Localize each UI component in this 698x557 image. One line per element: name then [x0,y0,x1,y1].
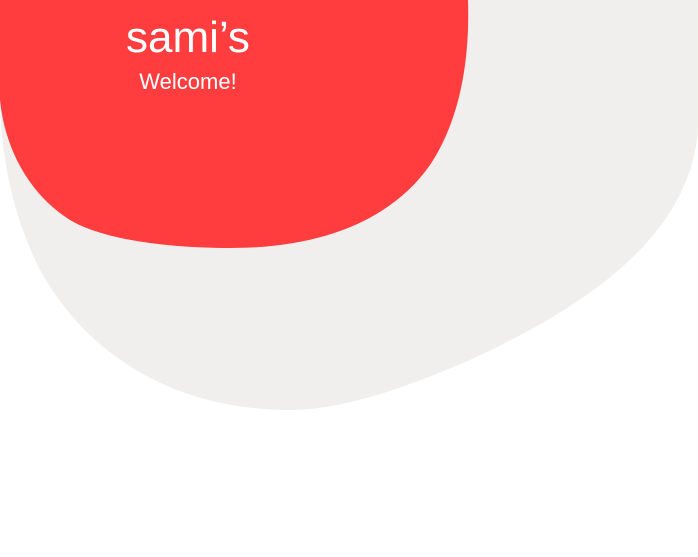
background-shapes [0,0,698,410]
splash-screen: sami’s Welcome! [0,0,698,557]
brand-title: sami’s [126,13,250,62]
welcome-text: Welcome! [139,69,237,94]
